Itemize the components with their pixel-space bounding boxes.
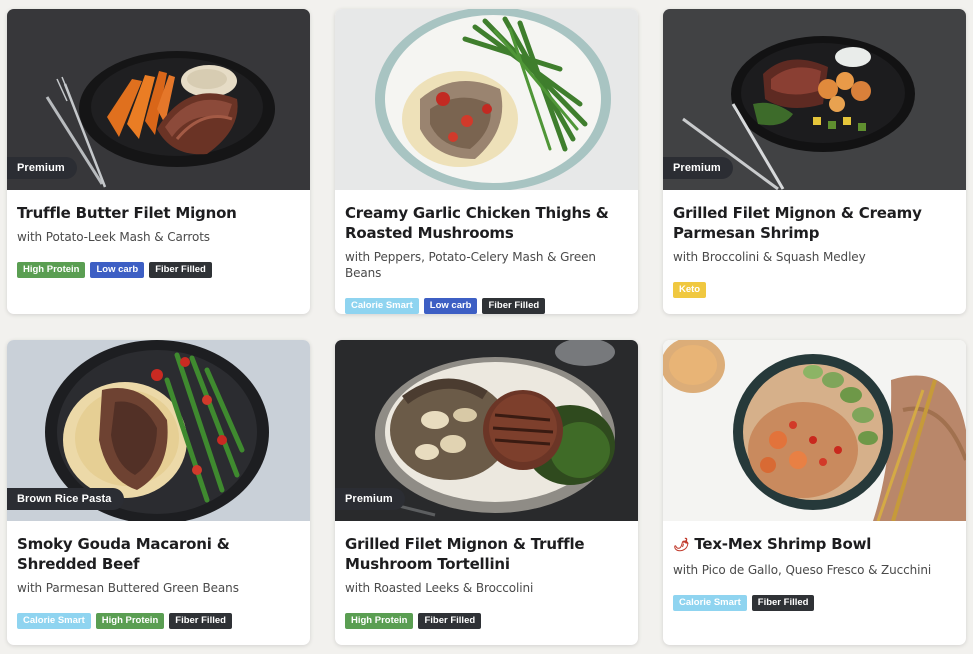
tag-list: High Protein Low carb Fiber Filled [17, 262, 300, 278]
meal-title-text: Tex-Mex Shrimp Bowl [694, 535, 872, 553]
tag-list: Calorie Smart High Protein Fiber Filled [17, 613, 300, 629]
tag-fiber-filled: Fiber Filled [169, 613, 232, 629]
meal-title[interactable]: Smoky Gouda Macaroni & Shredded Beef [17, 534, 300, 574]
meal-card[interactable]: Premium Truffle Butter Filet Mignon with… [7, 9, 310, 314]
brown-rice-pasta-badge: Brown Rice Pasta [7, 488, 124, 510]
tag-high-protein: High Protein [345, 613, 414, 629]
meal-title[interactable]: Grilled Filet Mignon & Truffle Mushroom … [345, 534, 628, 574]
meal-title[interactable]: 🌶 Tex-Mex Shrimp Bowl [673, 534, 956, 556]
tag-keto: Keto [673, 282, 707, 298]
meal-title[interactable]: Grilled Filet Mignon & Creamy Parmesan S… [673, 203, 956, 243]
tag-low-carb: Low carb [423, 298, 478, 314]
meal-subtitle: with Peppers, Potato-Celery Mash & Green… [345, 250, 596, 280]
premium-badge: Premium [335, 488, 405, 510]
tag-fiber-filled: Fiber Filled [418, 613, 482, 629]
tag-list: Calorie Smart Fiber Filled [673, 595, 956, 611]
meal-title[interactable]: Truffle Butter Filet Mignon [17, 203, 300, 223]
meal-card[interactable]: Premium Grilled Filet Mignon & Creamy Pa… [663, 9, 966, 314]
tag-list: High Protein Fiber Filled [345, 613, 628, 629]
meal-subtitle: with Broccolini & Squash Medley [673, 250, 866, 264]
meal-card[interactable]: Creamy Garlic Chicken Thighs & Roasted M… [335, 9, 638, 314]
tag-high-protein: High Protein [95, 613, 165, 629]
premium-badge: Premium [7, 157, 77, 179]
tag-list: Calorie Smart Low carb Fiber Filled [345, 298, 628, 314]
meal-photo: Premium [663, 9, 966, 190]
meal-photo [335, 9, 638, 190]
meal-title[interactable]: Creamy Garlic Chicken Thighs & Roasted M… [345, 203, 628, 243]
meal-subtitle: with Parmesan Buttered Green Beans [17, 581, 239, 595]
tag-fiber-filled: Fiber Filled [149, 262, 212, 278]
meal-photo [663, 340, 966, 521]
meal-photo: Premium [7, 9, 310, 190]
tag-high-protein: High Protein [17, 262, 86, 278]
tag-low-carb: Low carb [90, 262, 145, 278]
premium-badge: Premium [663, 157, 733, 179]
tag-calorie-smart: Calorie Smart [17, 613, 91, 629]
tag-calorie-smart: Calorie Smart [673, 595, 747, 611]
chili-pepper-icon: 🌶 [673, 538, 690, 553]
meal-subtitle: with Roasted Leeks & Broccolini [345, 581, 534, 595]
meal-card[interactable]: Brown Rice Pasta Smoky Gouda Macaroni & … [7, 340, 310, 645]
tag-fiber-filled: Fiber Filled [751, 595, 815, 611]
meal-card[interactable]: Premium Grilled Filet Mignon & Truffle M… [335, 340, 638, 645]
meal-subtitle: with Potato-Leek Mash & Carrots [17, 230, 210, 244]
meal-grid: Premium Truffle Butter Filet Mignon with… [7, 9, 966, 645]
meal-photo: Brown Rice Pasta [7, 340, 310, 521]
tag-fiber-filled: Fiber Filled [482, 298, 546, 314]
meal-photo: Premium [335, 340, 638, 521]
tag-list: Keto [673, 282, 956, 298]
meal-card[interactable]: 🌶 Tex-Mex Shrimp Bowl with Pico de Gallo,… [663, 340, 966, 645]
meal-subtitle: with Pico de Gallo, Queso Fresco & Zucch… [673, 563, 932, 577]
tag-calorie-smart: Calorie Smart [345, 298, 419, 314]
